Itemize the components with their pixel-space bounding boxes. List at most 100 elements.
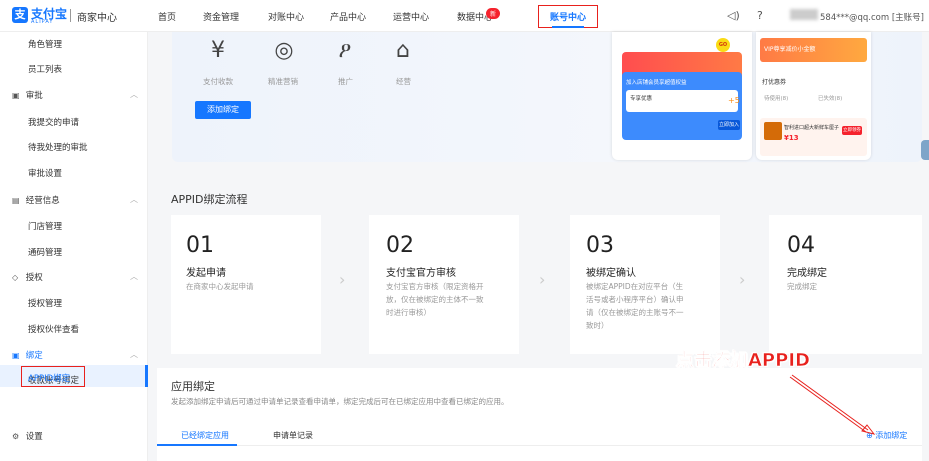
coupon-tab: 已失效(8) [818, 96, 843, 102]
step-title: 完成绑定 [787, 268, 827, 279]
nav-active-underline [552, 26, 584, 28]
business-info-icon: ▤ [12, 196, 20, 205]
step-desc-line: 致时） [586, 321, 609, 330]
sidebar-group-label: 设置 [25, 432, 43, 442]
tab-divider [157, 445, 922, 446]
banner-label: 支付收款 [203, 77, 233, 86]
step-number: 04 [787, 233, 815, 258]
coupon-tab: 待使用(8) [764, 96, 789, 102]
tab-application-records[interactable]: 申请单记录 [273, 430, 313, 441]
step-title: 发起申请 [186, 268, 226, 279]
sidebar-item-pending[interactable]: 待我处理的审批 [28, 141, 88, 153]
coupon-image [764, 122, 782, 140]
new-badge: 新 [486, 8, 501, 19]
approval-icon: ▣ [12, 91, 20, 100]
tab-bound-apps[interactable]: 已经绑定应用 [181, 430, 229, 441]
coupon-price: ¥13 [784, 134, 799, 142]
operation-icon: ⌂ [396, 38, 410, 63]
chevron-up-icon[interactable]: ︿ [130, 194, 138, 205]
shield-icon: ◇ [12, 273, 19, 282]
step-desc: 被绑定APPID在对应平台（生 活号或者小程序平台）确认申 请（仅在被绑定的主账… [586, 280, 684, 332]
coupon-button: 立即领券 [842, 126, 862, 135]
step-number: 02 [386, 233, 414, 258]
chevron-up-icon[interactable]: ︿ [130, 349, 138, 360]
annotation-text: 点击添加APPID [676, 350, 811, 372]
sidebar-item-my-requests[interactable]: 我提交的申请 [28, 116, 79, 128]
sidebar-item-settings[interactable]: ⚙ 设置 [12, 430, 43, 442]
benefit-label: 专享优惠 [630, 96, 653, 102]
sidebar-item-staff[interactable]: 员工列表 [28, 63, 62, 75]
alipay-logo-icon[interactable]: 支 [12, 7, 28, 23]
add-binding-banner-button[interactable]: 添加绑定 [195, 101, 251, 119]
app-binding-title: 应用绑定 [171, 380, 215, 393]
sidebar-item-auth-partners[interactable]: 授权伙伴查看 [28, 323, 79, 335]
nav-products[interactable]: 产品中心 [330, 10, 366, 23]
chevron-up-icon[interactable]: ︿ [130, 271, 138, 282]
speaker-icon[interactable]: ◁) [727, 9, 740, 22]
phone-mockup-1: 您有1次免费领奖机会 GO 加入店铺会员享超值权益 专享优惠 +5 立即加入 [612, 32, 752, 160]
sidebar-item-codes[interactable]: 通码管理 [28, 246, 62, 258]
step-desc-line: 被绑定APPID在对应平台（生 [586, 282, 684, 291]
step-desc-line: 活号或者小程序平台）确认申 [586, 295, 684, 304]
sidebar-group-approval[interactable]: ▣ 审批 [12, 89, 43, 101]
step-desc-line: 放，仅在被绑定的主体不一致 [386, 295, 484, 304]
sidebar-item-stores[interactable]: 门店管理 [28, 220, 62, 232]
nav-funds[interactable]: 资金管理 [203, 10, 239, 23]
promo-text: 您有1次免费领奖机会 [618, 38, 677, 45]
sidebar-item-roles[interactable]: 角色管理 [28, 38, 62, 50]
nav-home[interactable]: 首页 [158, 10, 176, 23]
coupon-text: 智利进口超大新鲜车厘子 [784, 125, 840, 131]
sidebar-group-label: 审批 [25, 91, 43, 101]
sidebar-group-auth[interactable]: ◇ 授权 [12, 271, 43, 283]
nav-operations[interactable]: 运营中心 [393, 10, 429, 23]
step-desc: 支付宝官方审核（限定资格开 放，仅在被绑定的主体不一致 时进行审核） [386, 280, 484, 319]
gear-icon: ⚙ [12, 432, 20, 441]
member-title: 加入店铺会员享超值权益 [626, 80, 687, 86]
sidebar-group-label: 绑定 [25, 351, 43, 361]
nav-account-center[interactable]: 账号中心 [550, 10, 586, 23]
account-name[interactable]: 584***@qq.com [主账号] [820, 11, 924, 23]
merchant-center-label: 商家中心 [77, 13, 117, 24]
step-desc: 完成绑定 [787, 280, 817, 293]
top-nav: 支 支付宝 ALIPAY 商家中心 首页 资金管理 对账中心 产品中心 运营中心… [0, 0, 929, 32]
chevron-up-icon[interactable]: ︿ [130, 89, 138, 100]
help-icon[interactable]: ? [757, 9, 763, 22]
step-desc-line: 时进行审核） [386, 308, 431, 317]
step-desc-line: 支付宝官方审核（限定资格开 [386, 282, 484, 291]
step-number: 03 [586, 233, 614, 258]
chevron-right-icon: › [339, 270, 346, 289]
step-desc-line: 请（仅在被绑定的主账号不一 [586, 308, 684, 317]
nav-reconciliation[interactable]: 对账中心 [268, 10, 304, 23]
add-binding-link[interactable]: ⊕ 添加绑定 [866, 430, 907, 441]
sidebar-group-bind[interactable]: ▣ 绑定 [12, 349, 43, 361]
bind-icon: ▣ [12, 351, 20, 360]
step-desc-line: 在商家中心发起申请 [186, 282, 254, 291]
sidebar-item-auth-manage[interactable]: 授权管理 [28, 297, 62, 309]
tab-active-underline [157, 444, 237, 446]
app-binding-panel [157, 368, 922, 461]
banner-label: 推广 [338, 77, 353, 86]
go-badge: GO [716, 38, 730, 52]
banner-label: 精准营销 [268, 77, 298, 86]
step-number: 01 [186, 233, 214, 258]
precision-marketing-icon: ◎ [274, 38, 294, 63]
sidebar-group-label: 经营信息 [25, 196, 60, 206]
sidebar-group-label: 授权 [25, 273, 43, 283]
join-button: 立即加入 [718, 120, 740, 130]
logo-divider [70, 9, 71, 22]
sidebar-item-approval-settings[interactable]: 审批设置 [28, 167, 62, 179]
sidebar-item-appid-bind[interactable]: APPID绑定 [28, 372, 70, 384]
chevron-right-icon: › [539, 270, 546, 289]
sidebar-group-business[interactable]: ▤ 经营信息 [12, 194, 60, 206]
step-title: 支付宝官方审核 [386, 268, 456, 279]
benefit-value: +5 [728, 96, 740, 105]
vip-text: VIP尊享减价小金额 [764, 46, 816, 53]
step-title: 被绑定确认 [586, 268, 636, 279]
banner-label: 经营 [396, 77, 411, 86]
app-binding-desc: 发起添加绑定申请后可通过申请单记录查看申请单，绑定完成后可在已绑定应用中查看已绑… [171, 397, 509, 406]
floating-widget[interactable] [921, 140, 929, 160]
flow-title: APPID绑定流程 [171, 193, 248, 206]
pay-collect-icon: ¥ [211, 38, 225, 63]
alipay-logo-en: ALIPAY [31, 19, 54, 25]
avatar[interactable] [790, 9, 818, 20]
